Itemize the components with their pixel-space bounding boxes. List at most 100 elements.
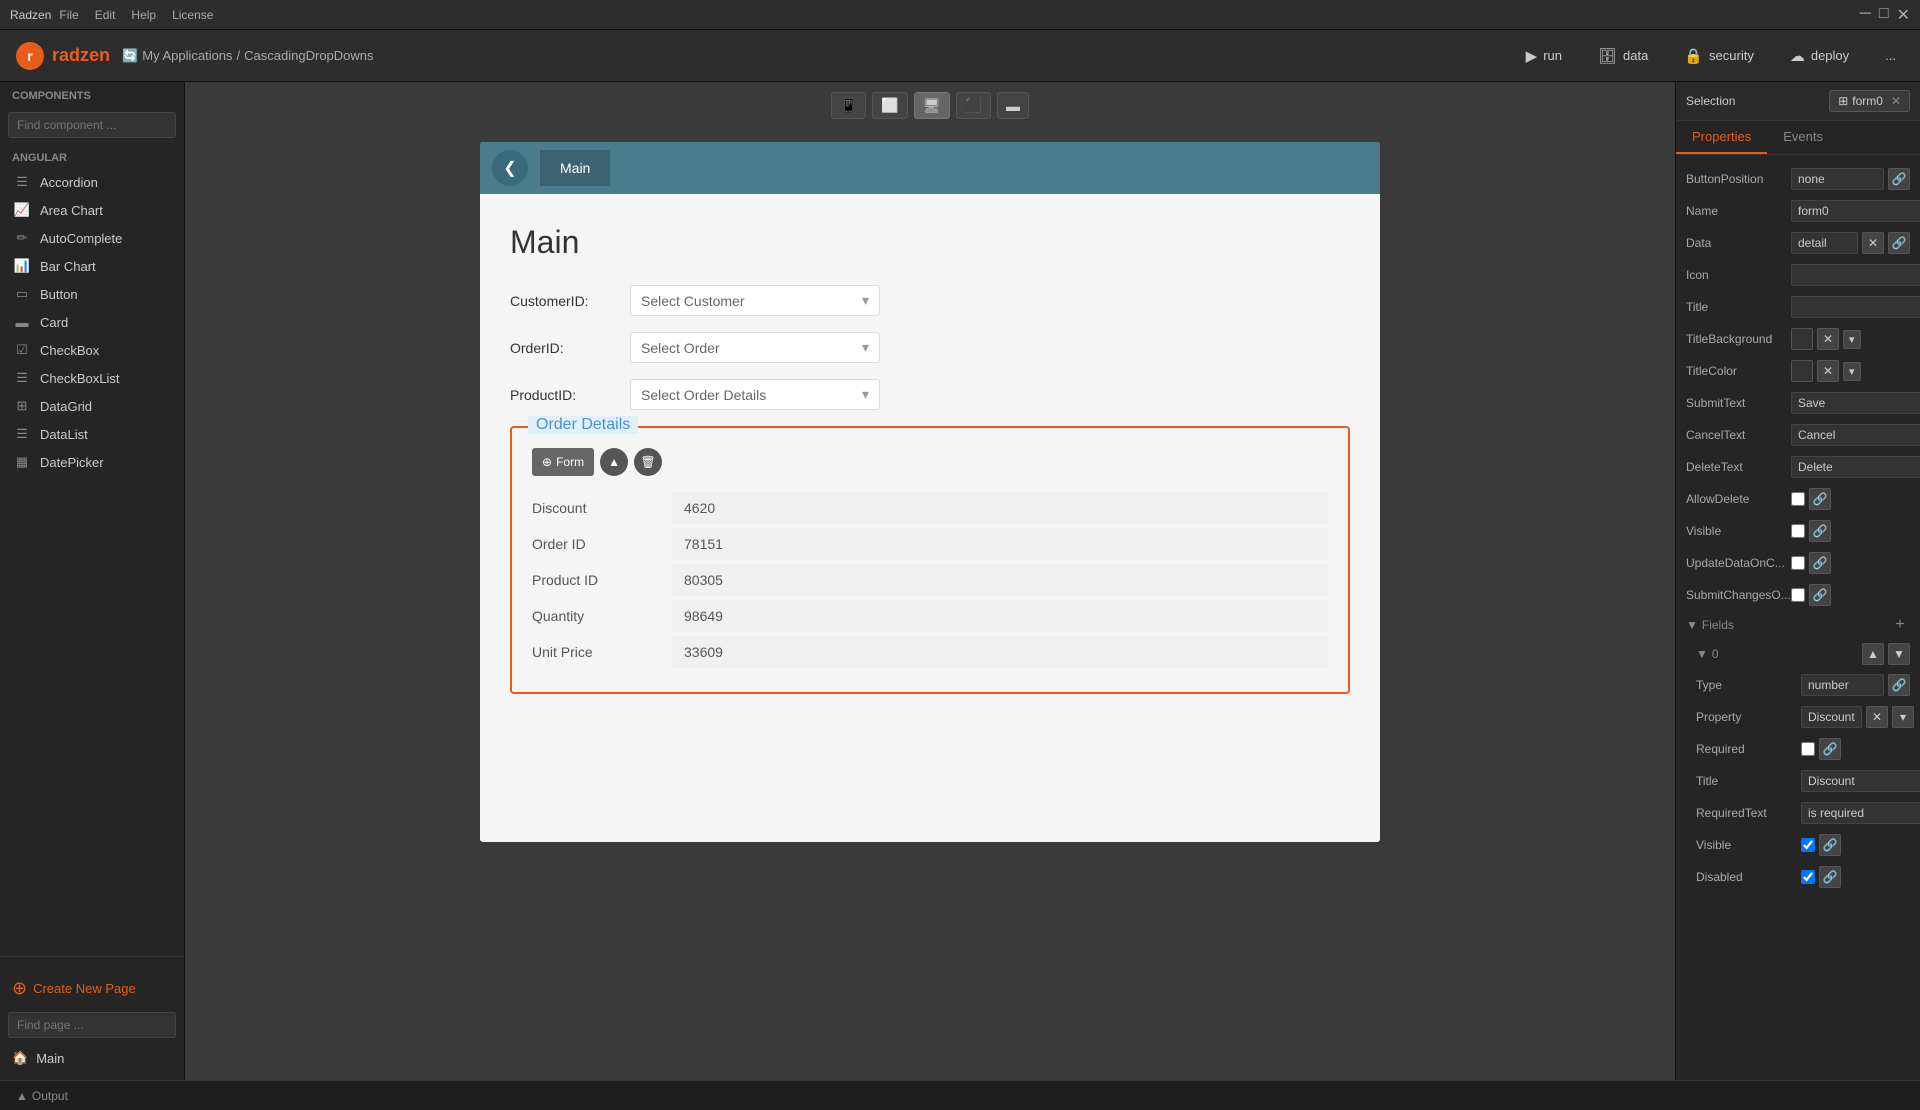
minimize-icon[interactable]: ─ bbox=[1860, 5, 1871, 25]
component-button[interactable]: ▭ Button bbox=[0, 280, 184, 308]
menu-edit[interactable]: Edit bbox=[95, 8, 116, 22]
component-autocomplete[interactable]: ✏ AutoComplete bbox=[0, 224, 184, 252]
delete-text-input[interactable] bbox=[1791, 456, 1920, 478]
name-input[interactable] bbox=[1791, 200, 1920, 222]
device-desktop[interactable]: 🖥 bbox=[914, 92, 950, 119]
field-0-header[interactable]: ▼ 0 ▲ ▼ bbox=[1686, 639, 1920, 669]
device-tablet-small[interactable]: ⬜ bbox=[872, 92, 907, 119]
page-delete-icon[interactable]: 🗑 bbox=[155, 1050, 172, 1066]
order-details-title: Order Details bbox=[528, 416, 638, 434]
customer-id-select[interactable]: Select Customer ▾ bbox=[630, 285, 880, 316]
fields-add-button[interactable]: + bbox=[1890, 615, 1910, 635]
field-visible-link-icon[interactable]: 🔗 bbox=[1819, 834, 1841, 856]
menu-license[interactable]: License bbox=[172, 8, 213, 22]
type-select[interactable]: number bbox=[1801, 674, 1884, 696]
submit-changes-link-icon[interactable]: 🔗 bbox=[1809, 584, 1831, 606]
fields-section-header[interactable]: ▼ Fields + bbox=[1676, 611, 1920, 639]
detail-field-unitprice: Unit Price 33609 bbox=[532, 636, 1328, 668]
run-button[interactable]: ▶ run bbox=[1518, 43, 1570, 69]
allow-delete-checkbox[interactable] bbox=[1791, 492, 1805, 506]
form-badge-close[interactable]: ✕ bbox=[1891, 94, 1901, 108]
cancel-text-input[interactable] bbox=[1791, 424, 1920, 446]
title-bg-value: ✕ ▾ bbox=[1791, 328, 1910, 350]
visible-checkbox[interactable] bbox=[1791, 524, 1805, 538]
button-position-select[interactable]: none bbox=[1791, 168, 1884, 190]
title-color-swatch[interactable] bbox=[1791, 360, 1813, 382]
component-bar-chart[interactable]: 📊 Bar Chart bbox=[0, 252, 184, 280]
button-position-value: none 🔗 bbox=[1791, 168, 1910, 190]
component-search-input[interactable] bbox=[8, 112, 176, 138]
icon-label: Icon bbox=[1686, 268, 1791, 282]
deploy-label: deploy bbox=[1811, 48, 1849, 63]
product-id-select[interactable]: Select Order Details ▾ bbox=[630, 379, 880, 410]
required-checkbox[interactable] bbox=[1801, 742, 1815, 756]
data-link-icon[interactable]: 🔗 bbox=[1888, 232, 1910, 254]
prop-type: Type number 🔗 bbox=[1686, 669, 1920, 701]
component-accordion[interactable]: ☰ Accordion bbox=[0, 168, 184, 196]
prop-title-bg: TitleBackground ✕ ▾ bbox=[1676, 323, 1920, 355]
component-checkboxlist[interactable]: ☰ CheckBoxList bbox=[0, 364, 184, 392]
breadcrumb-current[interactable]: CascadingDropDowns bbox=[244, 48, 373, 63]
page-edit-icon[interactable]: ✏ bbox=[141, 1050, 152, 1066]
component-datalist[interactable]: ☰ DataList bbox=[0, 420, 184, 448]
visible-link-icon[interactable]: 🔗 bbox=[1809, 520, 1831, 542]
title-color-x-btn[interactable]: ✕ bbox=[1817, 360, 1839, 382]
type-link-icon[interactable]: 🔗 bbox=[1888, 674, 1910, 696]
disabled-link-icon[interactable]: 🔗 bbox=[1819, 866, 1841, 888]
tab-events[interactable]: Events bbox=[1767, 121, 1839, 154]
form-toolbar-form-btn[interactable]: ⊕ Form bbox=[532, 448, 594, 476]
field-0-down-icon[interactable]: ▼ bbox=[1888, 643, 1910, 665]
component-area-chart[interactable]: 📈 Area Chart bbox=[0, 196, 184, 224]
allow-delete-link-icon[interactable]: 🔗 bbox=[1809, 488, 1831, 510]
form-toolbar-up-btn[interactable]: ▲ bbox=[600, 448, 628, 476]
property-chevron[interactable]: ▾ bbox=[1892, 706, 1914, 728]
submit-changes-checkbox[interactable] bbox=[1791, 588, 1805, 602]
create-page-button[interactable]: ⊕ Create New Page bbox=[0, 971, 184, 1006]
title-input[interactable] bbox=[1791, 296, 1920, 318]
property-select[interactable]: Discount bbox=[1801, 706, 1862, 728]
title-bg-x-btn[interactable]: ✕ bbox=[1817, 328, 1839, 350]
field-visible-checkbox[interactable] bbox=[1801, 838, 1815, 852]
breadcrumb-app[interactable]: My Applications bbox=[142, 48, 232, 63]
field-0-up-icon[interactable]: ▲ bbox=[1862, 643, 1884, 665]
device-wide[interactable]: ⬛ bbox=[956, 92, 991, 119]
nav-item-main[interactable]: Main bbox=[540, 150, 610, 186]
device-full[interactable]: ▬ bbox=[997, 92, 1029, 119]
tab-properties[interactable]: Properties bbox=[1676, 121, 1767, 154]
disabled-checkbox[interactable] bbox=[1801, 870, 1815, 884]
component-datepicker[interactable]: ▦ DatePicker bbox=[0, 448, 184, 476]
security-button[interactable]: 🔒 security bbox=[1676, 43, 1761, 69]
form-toolbar-delete-btn[interactable]: 🗑 bbox=[634, 448, 662, 476]
close-icon[interactable]: ✕ bbox=[1897, 5, 1910, 25]
title-bg-swatch[interactable] bbox=[1791, 328, 1813, 350]
find-page-input[interactable] bbox=[8, 1012, 176, 1038]
field-title-input[interactable] bbox=[1801, 770, 1920, 792]
deploy-button[interactable]: ☁ deploy bbox=[1782, 43, 1857, 69]
data-select[interactable]: detail bbox=[1791, 232, 1858, 254]
component-datagrid[interactable]: ⊞ DataGrid bbox=[0, 392, 184, 420]
menu-help[interactable]: Help bbox=[131, 8, 156, 22]
data-button[interactable]: 🗄 data bbox=[1590, 43, 1656, 69]
submit-text-input[interactable] bbox=[1791, 392, 1920, 414]
button-position-link-icon[interactable]: 🔗 bbox=[1888, 168, 1910, 190]
order-id-select[interactable]: Select Order ▾ bbox=[630, 332, 880, 363]
nav-back-button[interactable]: ❮ bbox=[492, 150, 528, 186]
app-header: r radzen 🔄 My Applications / CascadingDr… bbox=[0, 30, 1920, 82]
device-mobile[interactable]: 📱 bbox=[831, 92, 866, 119]
required-text-input[interactable] bbox=[1801, 802, 1920, 824]
title-bg-chevron[interactable]: ▾ bbox=[1843, 330, 1861, 349]
maximize-icon[interactable]: □ bbox=[1879, 5, 1889, 25]
update-data-checkbox[interactable] bbox=[1791, 556, 1805, 570]
menu-file[interactable]: File bbox=[59, 8, 78, 22]
title-color-chevron[interactable]: ▾ bbox=[1843, 362, 1861, 381]
data-x-icon[interactable]: ✕ bbox=[1862, 232, 1884, 254]
update-data-link-icon[interactable]: 🔗 bbox=[1809, 552, 1831, 574]
required-link-icon[interactable]: 🔗 bbox=[1819, 738, 1841, 760]
icon-input[interactable] bbox=[1791, 264, 1920, 286]
property-x-icon[interactable]: ✕ bbox=[1866, 706, 1888, 728]
component-checkbox[interactable]: ☑ CheckBox bbox=[0, 336, 184, 364]
output-toggle[interactable]: ▲ Output bbox=[16, 1089, 68, 1103]
more-button[interactable]: ... bbox=[1877, 44, 1904, 67]
page-item-main[interactable]: 🏠 Main ✏ 🗑 bbox=[0, 1044, 184, 1072]
component-card[interactable]: ▬ Card bbox=[0, 308, 184, 336]
